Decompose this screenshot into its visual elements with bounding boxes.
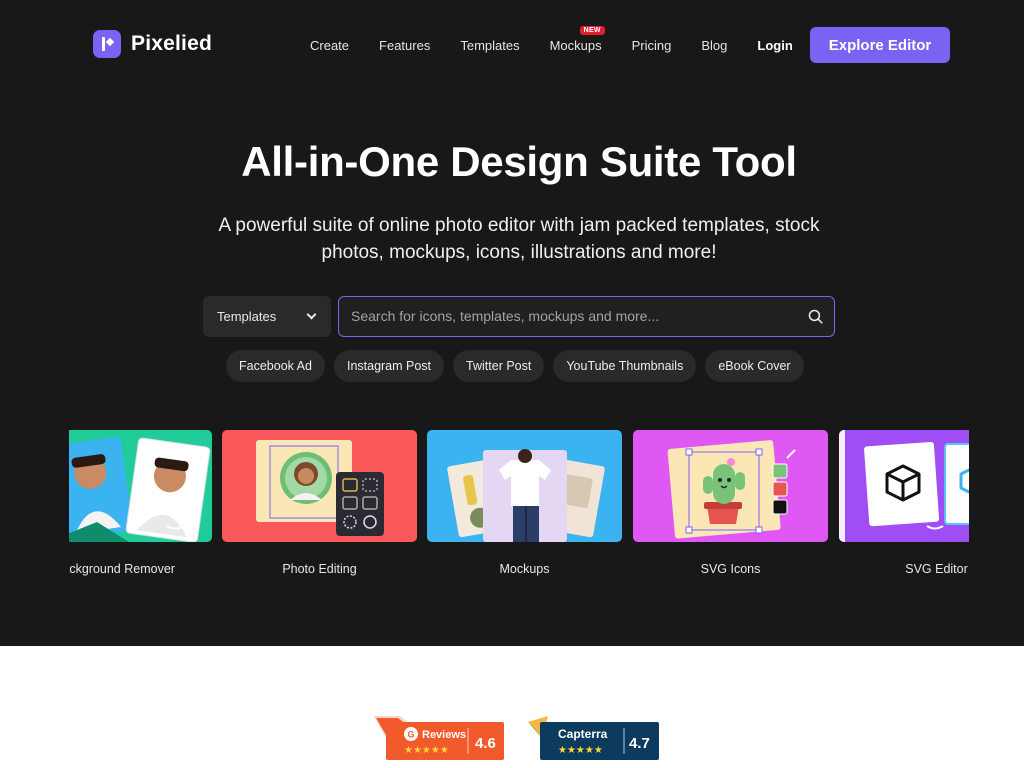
capterra-label: Capterra: [558, 727, 608, 741]
card-photo-editing[interactable]: [222, 430, 417, 542]
g2-label: Reviews: [422, 729, 466, 741]
capterra-rating-badge[interactable]: Capterra ★★★★★ 4.7: [528, 716, 660, 762]
logo-icon: [93, 30, 121, 58]
nav-features[interactable]: Features: [379, 38, 430, 53]
chip-youtube-thumbnails[interactable]: YouTube Thumbnails: [553, 350, 697, 382]
svg-editor-illustration: [839, 430, 969, 542]
nav-create[interactable]: Create: [310, 38, 349, 53]
suggestion-chips: Facebook Ad Instagram Post Twitter Post …: [226, 350, 804, 382]
card-label-photo-editing: Photo Editing: [282, 562, 357, 576]
card-svg-editor[interactable]: [839, 430, 969, 542]
chip-instagram-post[interactable]: Instagram Post: [333, 350, 445, 382]
g2-score: 4.6: [475, 735, 496, 752]
category-dropdown[interactable]: Templates: [203, 296, 331, 337]
search-icon[interactable]: [807, 308, 824, 325]
card-svg-icons[interactable]: [633, 430, 828, 542]
hero-subtitle: A powerful suite of online photo editor …: [218, 215, 820, 263]
search-box: [338, 296, 835, 337]
nav-pricing[interactable]: Pricing: [632, 38, 672, 53]
nav-mockups[interactable]: Mockups NEW: [549, 26, 605, 53]
card-mockups[interactable]: [427, 430, 622, 542]
svg-text:★★★★★: ★★★★★: [558, 745, 603, 756]
chip-facebook-ad[interactable]: Facebook Ad: [226, 350, 325, 382]
svg-icons-illustration: [633, 430, 828, 542]
background-remover-illustration: [69, 430, 212, 542]
logo[interactable]: Pixelied: [93, 30, 212, 58]
capterra-stars-icon: ★★★★★: [558, 745, 603, 756]
logo-text: Pixelied: [131, 32, 212, 55]
nav-blog[interactable]: Blog: [701, 38, 727, 53]
main-nav: Create Features Templates Mockups NEW Pri…: [310, 26, 793, 53]
hero-section: Pixelied Create Features Templates Mocku…: [0, 0, 1024, 646]
g2-rating-badge[interactable]: G Reviews ★★★★★ 4.6: [374, 716, 506, 762]
chevron-down-icon: [306, 309, 317, 320]
card-label-svg-editor: SVG Editor: [905, 562, 968, 576]
capterra-score: 4.7: [629, 735, 650, 752]
explore-editor-button[interactable]: Explore Editor: [810, 27, 950, 63]
chip-twitter-post[interactable]: Twitter Post: [453, 350, 545, 382]
nav-templates[interactable]: Templates: [460, 38, 519, 53]
search-input[interactable]: [351, 297, 791, 335]
feature-carousel: Background Remover Photo Editin: [69, 430, 969, 590]
mockups-illustration: [427, 430, 622, 542]
svg-text:★★★★★: ★★★★★: [404, 745, 449, 756]
card-label-background-remover: Background Remover: [69, 562, 175, 576]
photo-editing-illustration: [222, 430, 417, 542]
card-background-remover[interactable]: [69, 430, 212, 542]
login-link[interactable]: Login: [757, 38, 792, 53]
svg-text:G: G: [408, 730, 415, 740]
hero-title: All-in-One Design Suite Tool: [241, 138, 797, 185]
card-label-svg-icons: SVG Icons: [700, 562, 761, 576]
chip-ebook-cover[interactable]: eBook Cover: [705, 350, 804, 382]
category-dropdown-label: Templates: [217, 309, 277, 324]
card-label-mockups: Mockups: [499, 562, 550, 576]
new-badge: NEW: [579, 26, 605, 35]
g2-stars-icon: ★★★★★: [404, 745, 449, 756]
nav-mockups-label: Mockups: [549, 38, 602, 53]
